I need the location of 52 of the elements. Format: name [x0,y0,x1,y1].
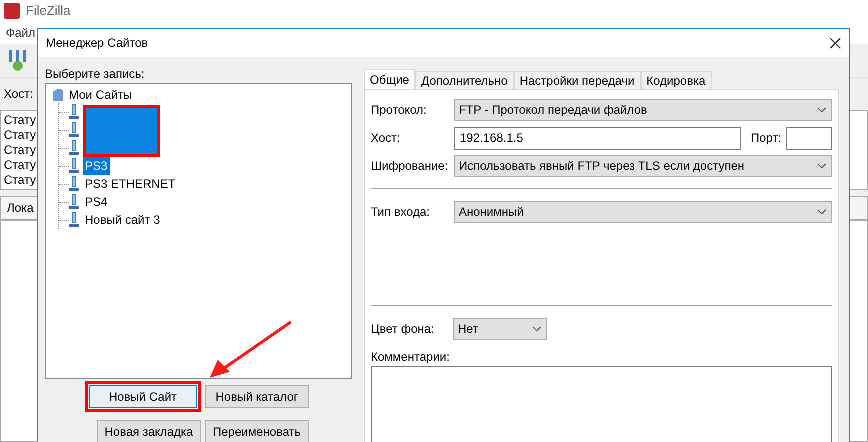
tree-item[interactable]: PS4 [83,193,110,211]
menu-item[interactable]: Файл [6,24,36,42]
computer-icon [69,194,79,210]
dialog-button[interactable]: Новая закладка [97,420,201,442]
computer-icon [69,104,79,120]
status-line: Стату [4,158,36,173]
computer-icon [69,140,79,156]
dialog-title: Менеджер Сайтов [46,35,148,52]
folder-icon [52,88,64,102]
logon-type-select[interactable]: Анонимный [454,201,832,223]
dialog-button[interactable]: Новый Сайт [89,385,197,408]
computer-icon [69,176,79,192]
app-logo-icon [4,3,20,19]
local-panel-header: Лока [7,200,34,217]
tab[interactable]: Дополнительно [415,71,514,89]
close-icon[interactable] [830,38,841,48]
port-input[interactable] [786,126,832,150]
background-color-label: Цвет фона: [371,321,436,338]
encryption-label: Шифрование: [371,158,450,175]
host-label: Хост: [4,86,34,103]
port-label: Порт: [751,130,782,147]
status-line: Стату [4,143,36,158]
tree-item[interactable]: PS3 [83,157,110,175]
host-label: Хост: [371,130,402,147]
chevron-down-icon [817,163,827,169]
computer-icon [69,158,79,174]
tree-item[interactable]: Новый сайт 3 [83,211,162,229]
tab[interactable]: Настройки передачи [514,71,641,89]
computer-icon [69,212,79,228]
protocol-label: Протокол: [371,102,428,119]
dialog-button[interactable]: Новый каталог [205,385,309,408]
chevron-down-icon [532,326,542,332]
chevron-down-icon [817,209,827,215]
select-entry-label: Выберите запись: [45,66,146,81]
status-line: Стату [4,128,36,143]
logon-type-label: Тип входа: [371,204,431,221]
encryption-select[interactable]: Использовать явный FTP через TLS если доступен [454,155,832,177]
chevron-down-icon [817,107,827,113]
tree-item[interactable]: PS3 ETHERNET [83,175,178,193]
tab[interactable]: Общие [364,69,416,89]
tab[interactable]: Кодировка [640,71,712,89]
status-line: Стату [4,113,36,128]
comments-label: Комментарии: [371,349,451,364]
site-manager-icon[interactable] [8,50,28,72]
host-input[interactable]: 192.168.1.5 [454,126,741,150]
app-title: FileZilla [26,2,71,20]
protocol-select[interactable]: FTP - Протокол передачи файлов [454,99,832,121]
dialog-button[interactable]: Переименовать [205,420,309,442]
computer-icon [69,122,79,138]
background-color-select[interactable]: Нет [453,318,547,340]
tree-item[interactable]: Мои Сайты [52,86,345,103]
status-line: Стату [4,173,36,188]
